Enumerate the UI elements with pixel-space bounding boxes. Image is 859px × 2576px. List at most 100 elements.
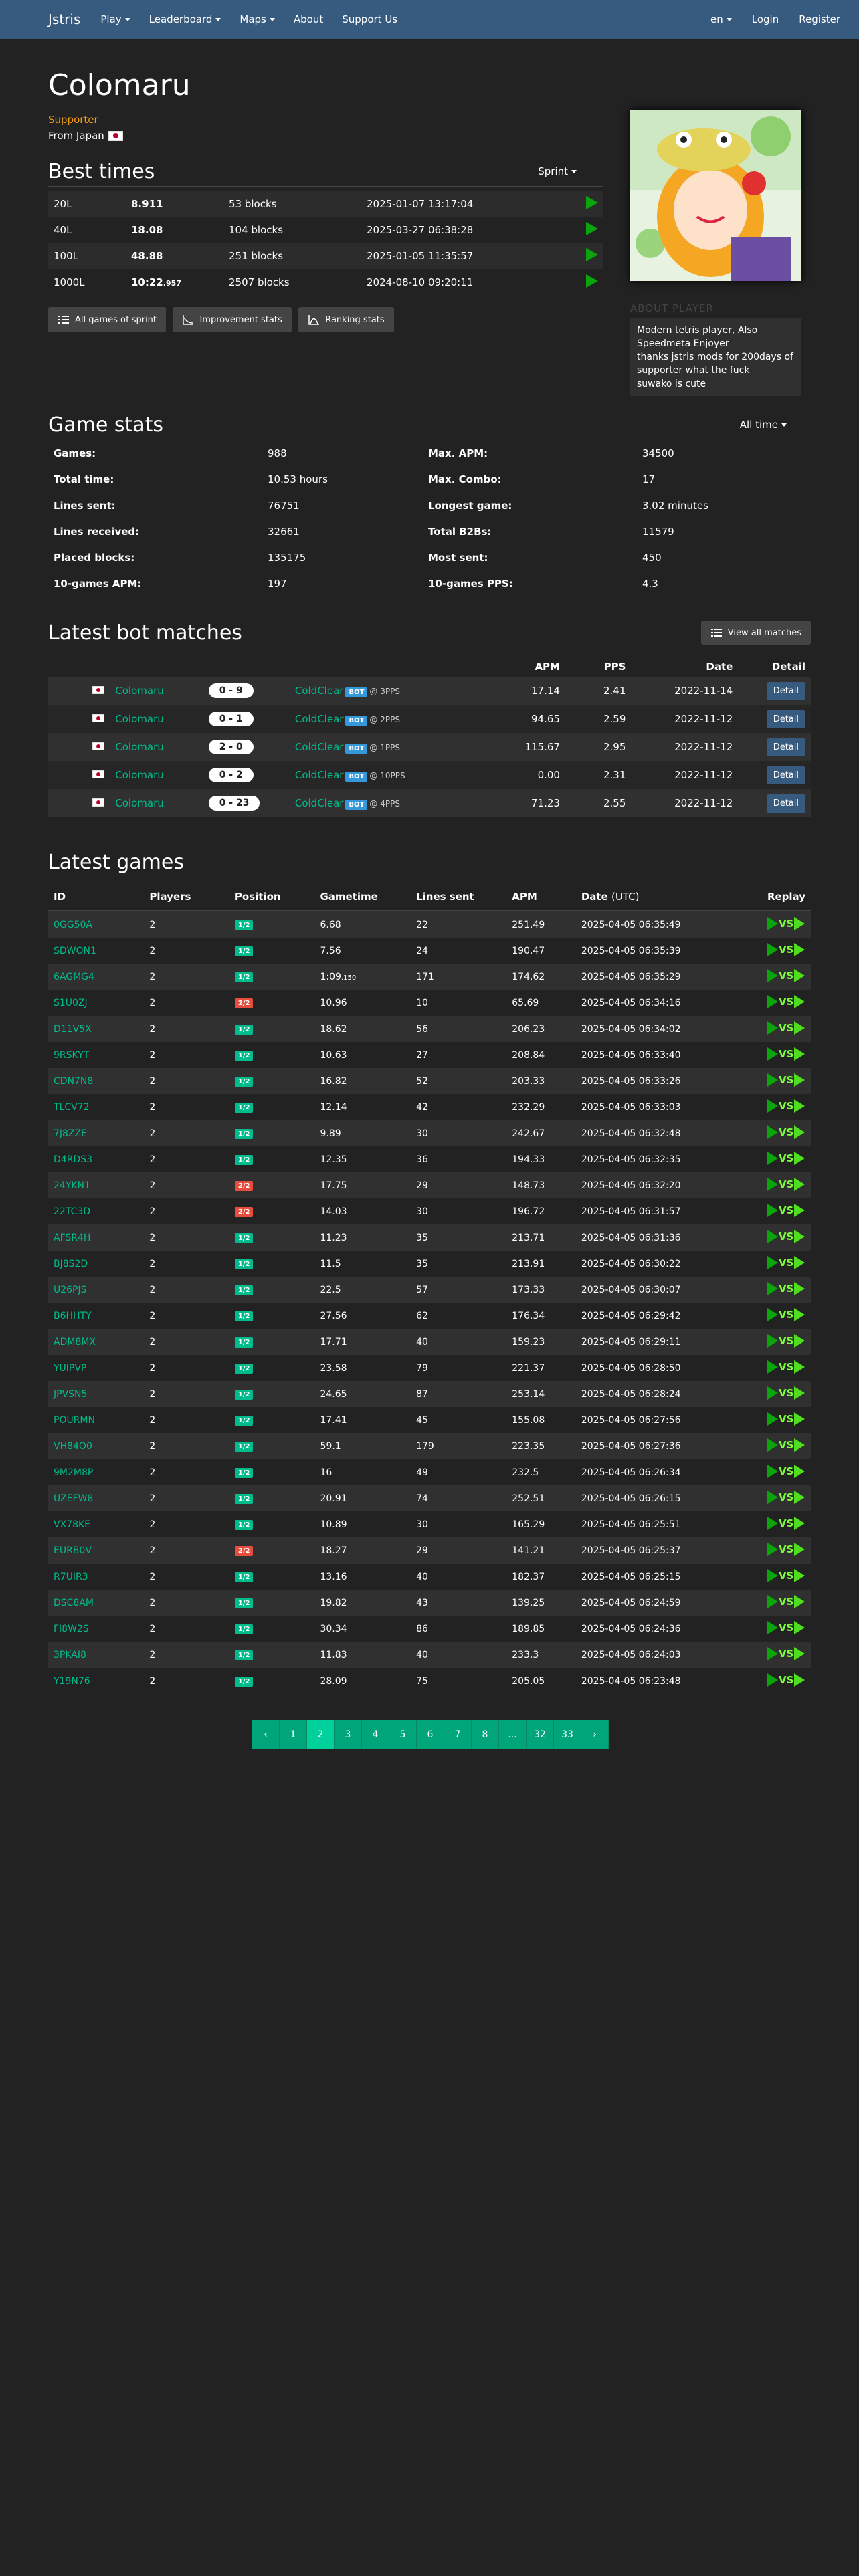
page-button[interactable]: 3 — [335, 1720, 362, 1749]
game-id-link[interactable]: VX78KE — [54, 1519, 90, 1530]
game-id-link[interactable]: 0GG50A — [54, 920, 92, 930]
game-id-link[interactable]: UZEFW8 — [54, 1493, 93, 1504]
detail-button[interactable]: Detail — [766, 738, 805, 756]
play-icon[interactable] — [586, 221, 598, 235]
vs-replay-icon[interactable]: VS — [767, 1464, 805, 1478]
game-id-link[interactable]: JPVSN5 — [54, 1389, 87, 1400]
game-id-link[interactable]: U26PJS — [54, 1285, 87, 1295]
view-all-matches-button[interactable]: View all matches — [700, 621, 811, 645]
game-id-link[interactable]: 9RSKYT — [54, 1050, 89, 1061]
lang-dropdown[interactable]: en — [710, 13, 732, 25]
player-link[interactable]: Colomaru — [115, 713, 163, 725]
game-id-link[interactable]: POURMN — [54, 1415, 95, 1426]
game-id-link[interactable]: S1U0ZJ — [54, 998, 88, 1008]
vs-replay-icon[interactable]: VS — [767, 1281, 805, 1295]
vs-replay-icon[interactable]: VS — [767, 1412, 805, 1426]
player-link[interactable]: Colomaru — [115, 769, 163, 781]
ranking-stats-button[interactable]: Ranking stats — [298, 307, 394, 332]
detail-button[interactable]: Detail — [766, 710, 805, 728]
vs-replay-icon[interactable]: VS — [767, 942, 805, 956]
vs-replay-icon[interactable]: VS — [767, 1021, 805, 1035]
play-icon[interactable] — [586, 195, 598, 209]
game-id-link[interactable]: FI8W2S — [54, 1624, 89, 1634]
bot-link[interactable]: ColdClear — [295, 797, 344, 809]
page-next-button[interactable]: › — [581, 1720, 609, 1749]
vs-replay-icon[interactable]: VS — [767, 968, 805, 982]
player-link[interactable]: Colomaru — [115, 741, 163, 753]
vs-replay-icon[interactable]: VS — [767, 1047, 805, 1061]
page-button[interactable]: 1 — [280, 1720, 307, 1749]
nav-leaderboard[interactable]: Leaderboard — [149, 13, 221, 25]
player-link[interactable]: Colomaru — [115, 685, 163, 697]
detail-button[interactable]: Detail — [766, 681, 805, 700]
vs-replay-icon[interactable]: VS — [767, 1438, 805, 1452]
page-button[interactable]: 5 — [389, 1720, 417, 1749]
detail-button[interactable]: Detail — [766, 766, 805, 784]
vs-replay-icon[interactable]: VS — [767, 1177, 805, 1191]
play-icon[interactable] — [586, 274, 598, 288]
vs-replay-icon[interactable]: VS — [767, 1073, 805, 1087]
vs-replay-icon[interactable]: VS — [767, 1620, 805, 1634]
bot-link[interactable]: ColdClear — [295, 741, 344, 753]
vs-replay-icon[interactable]: VS — [767, 994, 805, 1008]
bot-link[interactable]: ColdClear — [295, 769, 344, 781]
vs-replay-icon[interactable]: VS — [767, 1646, 805, 1660]
nav-maps[interactable]: Maps — [240, 13, 275, 25]
vs-replay-icon[interactable]: VS — [767, 1594, 805, 1608]
page-button[interactable]: 7 — [444, 1720, 472, 1749]
vs-replay-icon[interactable]: VS — [767, 1490, 805, 1504]
improvement-stats-button[interactable]: Improvement stats — [173, 307, 292, 332]
vs-replay-icon[interactable]: VS — [767, 1203, 805, 1217]
nav-play[interactable]: Play — [100, 13, 130, 25]
brand-logo[interactable]: Jstris — [48, 11, 80, 27]
player-link[interactable]: Colomaru — [115, 797, 163, 809]
vs-replay-icon[interactable]: VS — [767, 1516, 805, 1530]
game-id-link[interactable]: R7UIR3 — [54, 1572, 88, 1582]
game-id-link[interactable]: 6AGMG4 — [54, 972, 94, 982]
nav-about[interactable]: About — [294, 13, 323, 25]
vs-replay-icon[interactable]: VS — [767, 1542, 805, 1556]
page-button[interactable]: 6 — [417, 1720, 444, 1749]
detail-button[interactable]: Detail — [766, 794, 805, 813]
bot-link[interactable]: ColdClear — [295, 713, 344, 725]
game-id-link[interactable]: CDN7N8 — [54, 1076, 93, 1087]
play-icon[interactable] — [586, 247, 598, 261]
all-games-button[interactable]: All games of sprint — [48, 307, 167, 332]
game-id-link[interactable]: Y19N76 — [54, 1676, 90, 1687]
game-id-link[interactable]: 24YKN1 — [54, 1180, 90, 1191]
game-id-link[interactable]: ADM8MX — [54, 1337, 96, 1348]
vs-replay-icon[interactable]: VS — [767, 1568, 805, 1582]
game-id-link[interactable]: EURB0V — [54, 1545, 92, 1556]
page-button[interactable]: 8 — [472, 1720, 499, 1749]
vs-replay-icon[interactable]: VS — [767, 1229, 805, 1243]
nav-login[interactable]: Login — [752, 13, 779, 25]
vs-replay-icon[interactable]: VS — [767, 1151, 805, 1165]
game-id-link[interactable]: YUIPVP — [54, 1363, 86, 1374]
game-id-link[interactable]: 9M2M8P — [54, 1467, 93, 1478]
vs-replay-icon[interactable]: VS — [767, 1307, 805, 1321]
vs-replay-icon[interactable]: VS — [767, 1255, 805, 1269]
game-id-link[interactable]: 7J8ZZE — [54, 1128, 87, 1139]
game-id-link[interactable]: AFSR4H — [54, 1232, 90, 1243]
page-button[interactable]: 4 — [362, 1720, 389, 1749]
game-id-link[interactable]: D4RDS3 — [54, 1154, 92, 1165]
bot-link[interactable]: ColdClear — [295, 685, 344, 697]
game-id-link[interactable]: BJ8S2D — [54, 1259, 88, 1269]
game-id-link[interactable]: VH84O0 — [54, 1441, 92, 1452]
game-id-link[interactable]: 22TC3D — [54, 1206, 90, 1217]
nav-support-us[interactable]: Support Us — [342, 13, 397, 25]
vs-replay-icon[interactable]: VS — [767, 1386, 805, 1400]
vs-replay-icon[interactable]: VS — [767, 1673, 805, 1687]
vs-replay-icon[interactable]: VS — [767, 1333, 805, 1348]
game-id-link[interactable]: TLCV72 — [54, 1102, 90, 1113]
vs-replay-icon[interactable]: VS — [767, 1125, 805, 1139]
page-button[interactable]: 33 — [554, 1720, 581, 1749]
page-button[interactable]: 32 — [527, 1720, 554, 1749]
vs-replay-icon[interactable]: VS — [767, 1099, 805, 1113]
vs-replay-icon[interactable]: VS — [767, 1360, 805, 1374]
nav-register[interactable]: Register — [799, 13, 840, 25]
game-id-link[interactable]: 3PKAI8 — [54, 1650, 86, 1660]
game-id-link[interactable]: DSC8AM — [54, 1598, 94, 1608]
time-range-dropdown[interactable]: All time — [740, 419, 787, 431]
game-id-link[interactable]: SDWON1 — [54, 946, 96, 956]
